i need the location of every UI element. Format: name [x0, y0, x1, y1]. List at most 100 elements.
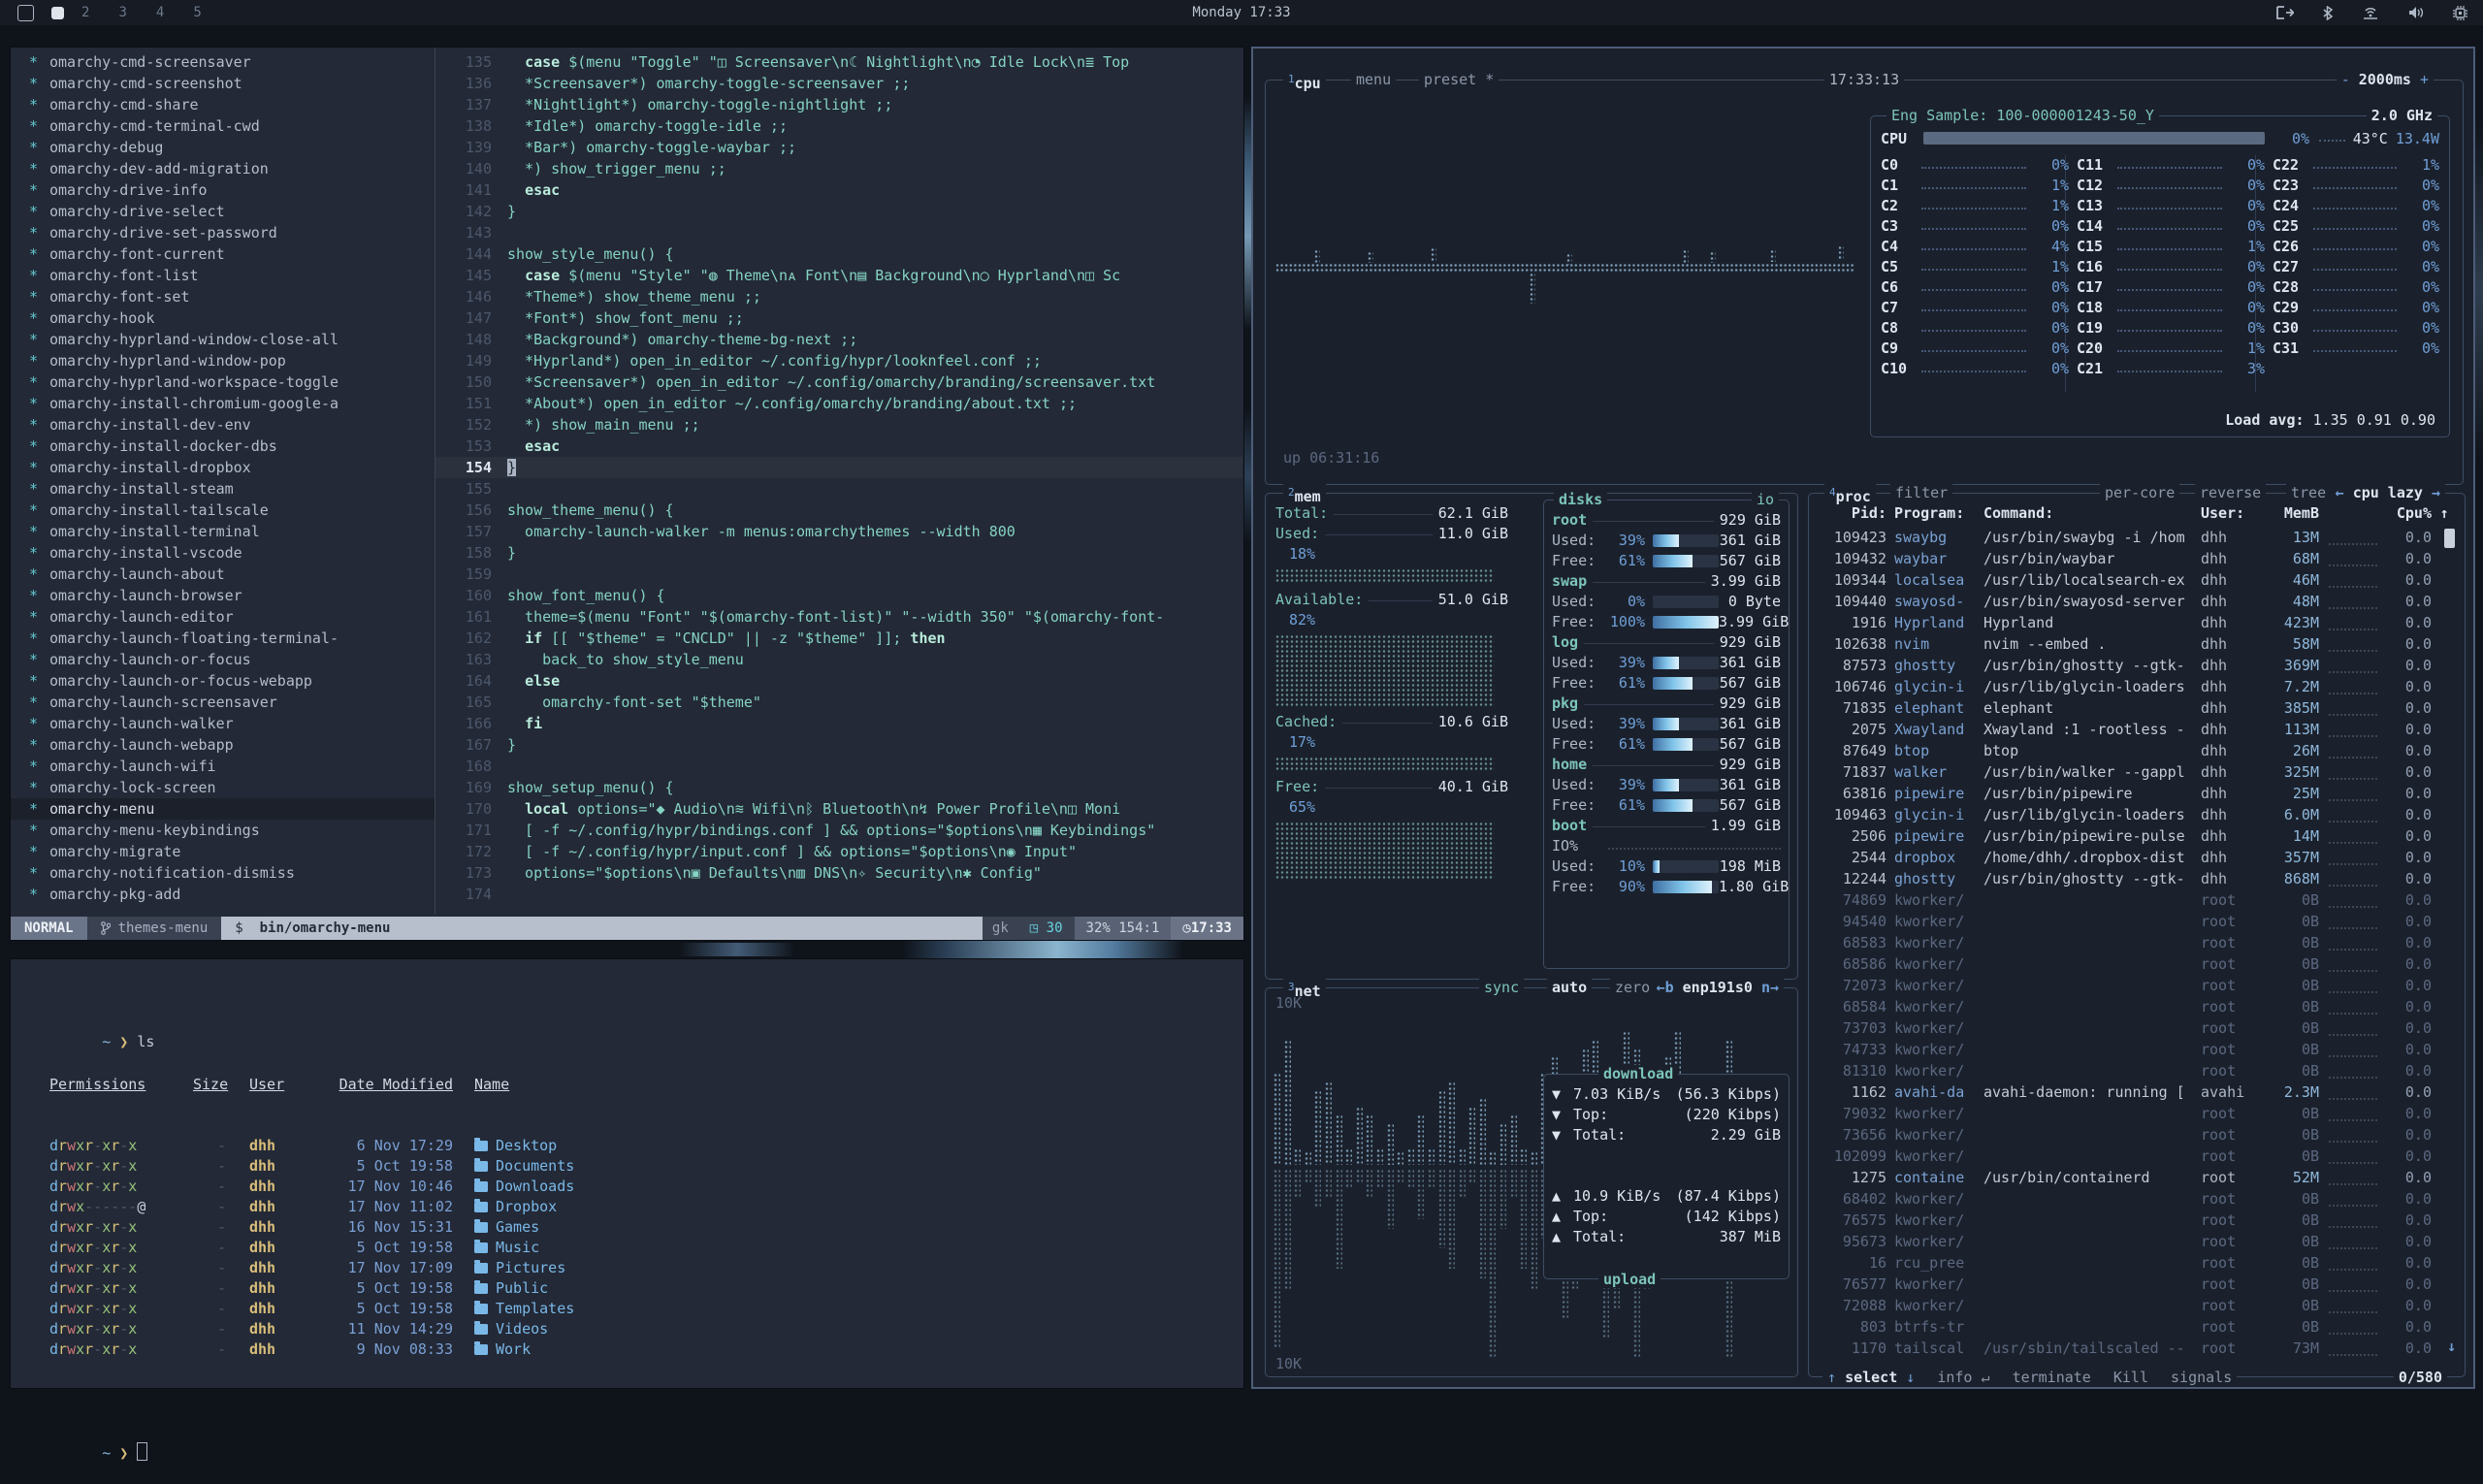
tree-item[interactable]: *omarchy-cmd-share: [11, 94, 435, 115]
tree-item[interactable]: *omarchy-launch-or-focus-webapp: [11, 670, 435, 692]
proc-row[interactable]: 1170tailscal/usr/sbin/tailscaled --root7…: [1817, 1338, 2457, 1359]
proc-row[interactable]: 87649btopbtopdhh26M0.0: [1817, 740, 2457, 761]
proc-row[interactable]: 102638nvimnvim --embed .dhh58M0.0: [1817, 633, 2457, 655]
proc-row[interactable]: 803btrfs-trroot0B0.0: [1817, 1316, 2457, 1338]
tree-item[interactable]: *omarchy-install-chromium-google-a: [11, 393, 435, 414]
tab-reverse[interactable]: reverse: [2195, 484, 2266, 501]
tree-item[interactable]: *omarchy-launch-wifi: [11, 756, 435, 777]
kill-action[interactable]: Kill: [2113, 1369, 2148, 1386]
proc-row[interactable]: 73703kworker/root0B0.0: [1817, 1017, 2457, 1039]
directory-link[interactable]: Documents: [453, 1156, 1224, 1177]
tree-item[interactable]: *omarchy-launch-editor: [11, 606, 435, 628]
proc-row[interactable]: 71837walker/usr/bin/walker --gappldhh325…: [1817, 761, 2457, 783]
proc-row[interactable]: 109432waybar/usr/bin/waybardhh68M0.0: [1817, 548, 2457, 569]
proc-row[interactable]: 102099kworker/root0B0.0: [1817, 1145, 2457, 1167]
proc-row[interactable]: 74869kworker/root0B0.0: [1817, 889, 2457, 911]
directory-link[interactable]: Music: [453, 1238, 1224, 1258]
proc-row[interactable]: 68583kworker/root0B0.0: [1817, 932, 2457, 953]
proc-row[interactable]: 68586kworker/root0B0.0: [1817, 953, 2457, 975]
tree-item[interactable]: *omarchy-migrate: [11, 841, 435, 862]
tab-io[interactable]: io: [1752, 491, 1779, 508]
tab-filter[interactable]: filter: [1890, 484, 1952, 501]
tree-item[interactable]: *omarchy-install-tailscale: [11, 500, 435, 521]
directory-link[interactable]: Downloads: [453, 1177, 1224, 1197]
proc-row[interactable]: 63816pipewire/usr/bin/pipewiredhh25M0.0: [1817, 783, 2457, 804]
proc-row[interactable]: 94540kworker/root0B0.0: [1817, 911, 2457, 932]
proc-row[interactable]: 2075XwaylandXwayland :1 -rootless -dhh11…: [1817, 719, 2457, 740]
tree-item[interactable]: *omarchy-font-set: [11, 286, 435, 307]
terminate-action[interactable]: terminate: [2013, 1369, 2091, 1386]
interval-minus[interactable]: -: [2341, 71, 2350, 88]
proc-row[interactable]: 72073kworker/root0B0.0: [1817, 975, 2457, 996]
signals-action[interactable]: signals: [2171, 1369, 2232, 1386]
tree-item[interactable]: *omarchy-font-current: [11, 243, 435, 265]
tree-item[interactable]: *omarchy-launch-webapp: [11, 734, 435, 756]
tree-item[interactable]: *omarchy-notification-dismiss: [11, 862, 435, 884]
tree-item[interactable]: *omarchy-install-steam: [11, 478, 435, 500]
proc-row[interactable]: 1162avahi-daavahi-daemon: running [avahi…: [1817, 1081, 2457, 1103]
directory-link[interactable]: Games: [453, 1217, 1224, 1238]
directory-link[interactable]: Videos: [453, 1319, 1224, 1339]
sort-next[interactable]: →: [2432, 484, 2440, 501]
proc-row[interactable]: 72088kworker/root0B0.0: [1817, 1295, 2457, 1316]
proc-scrollbar[interactable]: [2444, 529, 2455, 548]
tree-item[interactable]: *omarchy-cmd-screensaver: [11, 51, 435, 73]
select-action[interactable]: select: [1845, 1369, 1897, 1386]
tab-disks[interactable]: disks: [1554, 491, 1607, 508]
tree-item[interactable]: *omarchy-hyprland-workspace-toggle: [11, 371, 435, 393]
tree-item[interactable]: *omarchy-menu-keybindings: [11, 820, 435, 841]
tree-item[interactable]: *omarchy-lock-screen: [11, 777, 435, 798]
tab-preset[interactable]: preset *: [1419, 71, 1499, 88]
tree-item[interactable]: *omarchy-pkg-add: [11, 884, 435, 905]
proc-row[interactable]: 74733kworker/root0B0.0: [1817, 1039, 2457, 1060]
tab-per-core[interactable]: per-core: [2100, 484, 2179, 501]
proc-row[interactable]: 1275containe/usr/bin/containerdroot52M0.…: [1817, 1167, 2457, 1188]
iface-prev[interactable]: ←b: [1657, 979, 1674, 996]
tree-item[interactable]: *omarchy-launch-walker: [11, 713, 435, 734]
proc-row[interactable]: 109463glycin-i/usr/lib/glycin-loadersdhh…: [1817, 804, 2457, 825]
tree-item[interactable]: *omarchy-launch-screensaver: [11, 692, 435, 713]
directory-link[interactable]: Templates: [453, 1299, 1224, 1319]
tree-item[interactable]: *omarchy-cmd-terminal-cwd: [11, 115, 435, 137]
tree-item[interactable]: *omarchy-drive-select: [11, 201, 435, 222]
tree-item[interactable]: *omarchy-launch-or-focus: [11, 649, 435, 670]
directory-link[interactable]: Work: [453, 1339, 1224, 1360]
proc-row[interactable]: 106746glycin-i/usr/lib/glycin-loadersdhh…: [1817, 676, 2457, 697]
tree-item[interactable]: *omarchy-menu: [11, 798, 435, 820]
proc-row[interactable]: 68402kworker/root0B0.0: [1817, 1188, 2457, 1210]
tree-item[interactable]: *omarchy-hyprland-window-pop: [11, 350, 435, 371]
proc-row[interactable]: 2544dropbox/home/dhh/.dropbox-distdhh357…: [1817, 847, 2457, 868]
tree-item[interactable]: *omarchy-dev-add-migration: [11, 158, 435, 179]
tree-item[interactable]: *omarchy-install-dropbox: [11, 457, 435, 478]
terminal-window[interactable]: ~ ❯ ls PermissionsSizeUserDate ModifiedN…: [10, 958, 1244, 1389]
iface-next[interactable]: n→: [1761, 979, 1779, 996]
tree-item[interactable]: *omarchy-cmd-screenshot: [11, 73, 435, 94]
tree-item[interactable]: *omarchy-launch-about: [11, 564, 435, 585]
prompt-line[interactable]: ~ ❯: [49, 1422, 1224, 1442]
interval-plus[interactable]: +: [2420, 71, 2429, 88]
directory-link[interactable]: Desktop: [453, 1136, 1224, 1156]
proc-row[interactable]: 81310kworker/root0B0.0: [1817, 1060, 2457, 1081]
tree-item[interactable]: *omarchy-font-list: [11, 265, 435, 286]
tree-item[interactable]: *omarchy-drive-info: [11, 179, 435, 201]
tree-item[interactable]: *omarchy-install-dev-env: [11, 414, 435, 436]
tab-auto[interactable]: auto: [1547, 979, 1592, 996]
proc-row[interactable]: 87573ghostty/usr/bin/ghostty --gtk-dhh36…: [1817, 655, 2457, 676]
scroll-down-icon[interactable]: ↓: [2447, 1338, 2456, 1355]
proc-row[interactable]: 68584kworker/root0B0.0: [1817, 996, 2457, 1017]
proc-row[interactable]: 109423swaybg/usr/bin/swaybg -i /homdhh13…: [1817, 527, 2457, 548]
proc-row[interactable]: 1916HyprlandHyprlanddhh423M0.0: [1817, 612, 2457, 633]
directory-link[interactable]: Dropbox: [453, 1197, 1224, 1217]
proc-row[interactable]: 109440swayosd-/usr/bin/swayosd-serverdhh…: [1817, 591, 2457, 612]
proc-row[interactable]: 2506pipewire/usr/bin/pipewire-pulsedhh14…: [1817, 825, 2457, 847]
proc-row[interactable]: 79032kworker/root0B0.0: [1817, 1103, 2457, 1124]
tree-item[interactable]: *omarchy-drive-set-password: [11, 222, 435, 243]
sort-prev[interactable]: ←: [2336, 484, 2344, 501]
directory-link[interactable]: Pictures: [453, 1258, 1224, 1278]
tree-item[interactable]: *omarchy-install-terminal: [11, 521, 435, 542]
proc-row[interactable]: 109344localsea/usr/lib/localsearch-exdhh…: [1817, 569, 2457, 591]
tree-item[interactable]: *omarchy-launch-floating-terminal-: [11, 628, 435, 649]
tree-item[interactable]: *omarchy-hook: [11, 307, 435, 329]
proc-row[interactable]: 76577kworker/root0B0.0: [1817, 1274, 2457, 1295]
tree-item[interactable]: *omarchy-debug: [11, 137, 435, 158]
